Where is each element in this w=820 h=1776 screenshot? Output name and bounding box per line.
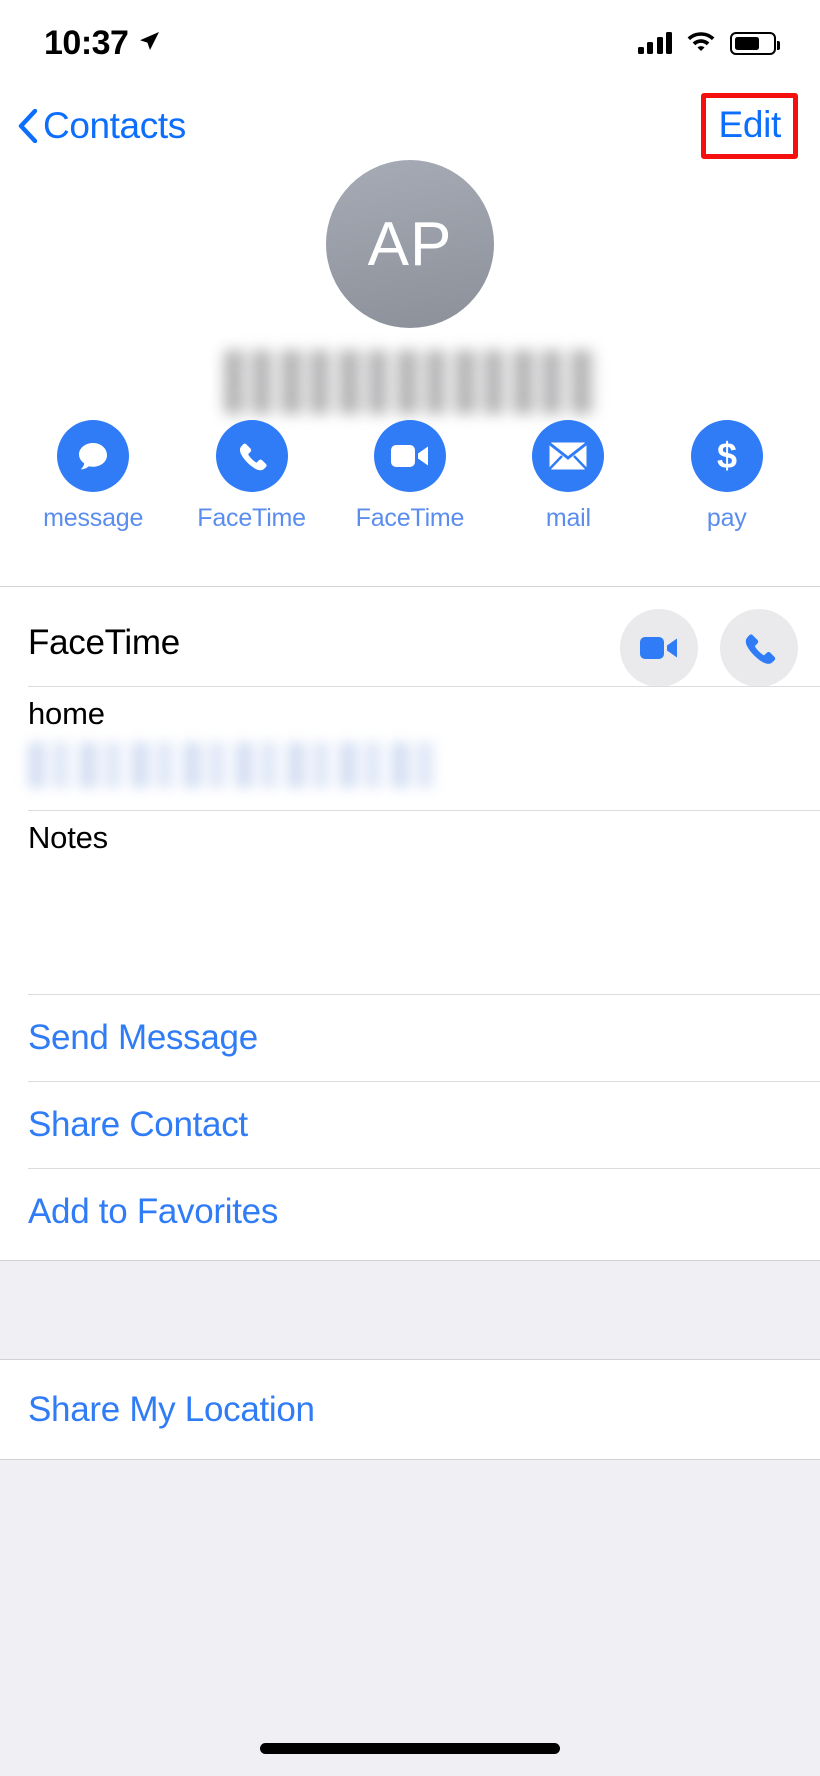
separator [28,686,820,687]
back-to-contacts-button[interactable]: Contacts [18,105,186,147]
back-label: Contacts [43,105,186,146]
phone-home-value-redacted[interactable] [28,742,438,788]
phone-icon [745,634,776,664]
signal-bars-icon [637,32,672,54]
contact-header: AP [0,160,820,414]
video-camera-icon [373,420,446,492]
bottom-gap-band [0,1459,820,1776]
add-to-favorites-label: Add to Favorites [28,1192,279,1231]
avatar[interactable]: AP [326,160,494,328]
dollar-sign-icon: $ [690,420,763,492]
contact-name-redacted [224,350,596,414]
separator [0,586,820,587]
facetime-action-buttons [620,609,798,687]
navigation-bar: Contacts Edit [0,88,820,164]
quick-action-mail[interactable]: mail [508,420,628,533]
phone-icon [215,420,288,492]
edit-button[interactable]: Edit [701,93,798,159]
quick-action-facetime-video[interactable]: FaceTime [350,420,470,533]
avatar-initials: AP [367,209,453,279]
message-bubble-icon [57,420,130,492]
facetime-audio-button[interactable] [720,609,798,687]
facetime-label: FaceTime [28,623,180,662]
quick-action-pay[interactable]: $ pay [667,420,787,533]
status-bar: 10:37 [0,0,820,86]
quick-action-row: message FaceTime FaceTime mail $ pay [0,420,820,533]
svg-text:$: $ [717,435,737,476]
status-bar-right [637,29,780,57]
phone-home-row[interactable]: home [0,696,820,810]
battery-icon [730,31,780,55]
quick-action-label: message [43,504,144,532]
quick-action-facetime-audio[interactable]: FaceTime [192,420,312,533]
home-indicator[interactable] [260,1743,560,1754]
notes-value[interactable] [28,866,792,926]
location-arrow-icon [137,29,161,58]
section-gap-band [0,1260,820,1360]
wifi-icon [686,29,716,57]
send-message-row[interactable]: Send Message [0,995,820,1081]
share-contact-label: Share Contact [28,1105,248,1144]
send-message-label: Send Message [28,1018,258,1057]
contact-detail-screen: 10:37 Contacts Edit AP message FaceTime … [0,0,820,1776]
share-my-location-label: Share My Location [28,1390,315,1429]
notes-label: Notes [28,820,108,855]
quick-action-label: pay [706,504,747,532]
add-to-favorites-row[interactable]: Add to Favorites [0,1169,820,1255]
separator [28,810,820,811]
status-time: 10:37 [44,23,129,62]
edit-label: Edit [718,104,781,145]
status-bar-left: 10:37 [40,24,161,63]
quick-action-message[interactable]: message [33,420,153,533]
facetime-row[interactable]: FaceTime [0,595,820,693]
facetime-video-button[interactable] [620,609,698,687]
envelope-icon [532,420,605,492]
notes-row[interactable]: Notes [0,820,820,990]
share-contact-row[interactable]: Share Contact [0,1082,820,1168]
quick-action-label: FaceTime [197,504,306,532]
video-camera-icon [640,637,677,659]
quick-action-label: mail [545,504,591,532]
phone-home-label: home [28,696,105,731]
share-my-location-row[interactable]: Share My Location [0,1362,820,1458]
quick-action-label: FaceTime [355,504,465,532]
chevron-left-icon [18,108,38,144]
